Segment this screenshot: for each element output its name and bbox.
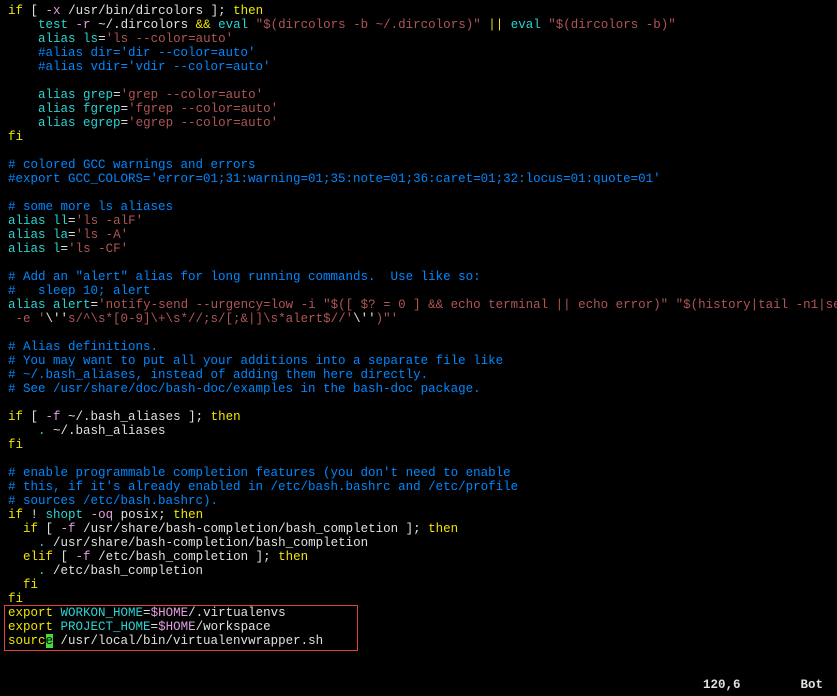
code-line[interactable]: . /usr/share/bash-completion/bash_comple… [8, 536, 829, 550]
code-line[interactable]: # Add an "alert" alias for long running … [8, 270, 829, 284]
code-line[interactable]: # some more ls aliases [8, 200, 829, 214]
code-line[interactable]: # enable programmable completion feature… [8, 466, 829, 480]
code-line[interactable]: if [ -x /usr/bin/dircolors ]; then [8, 4, 829, 18]
code-line[interactable] [8, 396, 829, 410]
code-line[interactable]: # Alias definitions. [8, 340, 829, 354]
code-line[interactable]: if ! shopt -oq posix; then [8, 508, 829, 522]
code-line[interactable] [8, 74, 829, 88]
code-line[interactable]: . ~/.bash_aliases [8, 424, 829, 438]
terminal-editor[interactable]: if [ -x /usr/bin/dircolors ]; then test … [0, 0, 837, 652]
code-line[interactable]: # See /usr/share/doc/bash-doc/examples i… [8, 382, 829, 396]
code-line[interactable]: # ~/.bash_aliases, instead of adding the… [8, 368, 829, 382]
code-line[interactable]: alias grep='grep --color=auto' [8, 88, 829, 102]
code-line[interactable]: #export GCC_COLORS='error=01;31:warning=… [8, 172, 829, 186]
code-line[interactable]: source /usr/local/bin/virtualenvwrapper.… [8, 634, 829, 648]
code-line[interactable]: fi [8, 438, 829, 452]
code-line[interactable]: # this, if it's already enabled in /etc/… [8, 480, 829, 494]
code-line[interactable]: alias la='ls -A' [8, 228, 829, 242]
code-line[interactable]: fi [8, 130, 829, 144]
code-line[interactable]: fi [8, 592, 829, 606]
code-line[interactable]: # sleep 10; alert [8, 284, 829, 298]
code-line[interactable]: -e '\''s/^\s*[0-9]\+\s*//;s/[;&|]\s*aler… [8, 312, 829, 326]
code-line[interactable] [8, 256, 829, 270]
code-line[interactable]: fi [8, 578, 829, 592]
cursor-position: 120,6 [703, 678, 741, 692]
code-line[interactable]: # sources /etc/bash.bashrc). [8, 494, 829, 508]
code-line[interactable]: alias ls='ls --color=auto' [8, 32, 829, 46]
code-line[interactable]: #alias vdir='vdir --color=auto' [8, 60, 829, 74]
code-line[interactable] [8, 144, 829, 158]
vim-status-line: 120,6 Bot [703, 678, 823, 692]
code-line[interactable]: alias egrep='egrep --color=auto' [8, 116, 829, 130]
code-line[interactable]: alias l='ls -CF' [8, 242, 829, 256]
code-line[interactable]: # You may want to put all your additions… [8, 354, 829, 368]
code-line[interactable]: if [ -f ~/.bash_aliases ]; then [8, 410, 829, 424]
code-line[interactable] [8, 186, 829, 200]
code-line[interactable] [8, 452, 829, 466]
code-line[interactable]: #alias dir='dir --color=auto' [8, 46, 829, 60]
code-line[interactable]: alias fgrep='fgrep --color=auto' [8, 102, 829, 116]
code-line[interactable]: alias ll='ls -alF' [8, 214, 829, 228]
code-line[interactable]: test -r ~/.dircolors && eval "$(dircolor… [8, 18, 829, 32]
code-line[interactable]: alias alert='notify-send --urgency=low -… [8, 298, 829, 312]
code-line[interactable]: export PROJECT_HOME=$HOME/workspace [8, 620, 829, 634]
code-line[interactable]: if [ -f /usr/share/bash-completion/bash_… [8, 522, 829, 536]
code-line[interactable] [8, 326, 829, 340]
code-line[interactable]: # colored GCC warnings and errors [8, 158, 829, 172]
code-line[interactable]: elif [ -f /etc/bash_completion ]; then [8, 550, 829, 564]
code-line[interactable]: . /etc/bash_completion [8, 564, 829, 578]
scroll-position: Bot [800, 678, 823, 692]
code-line[interactable]: export WORKON_HOME=$HOME/.virtualenvs [8, 606, 829, 620]
